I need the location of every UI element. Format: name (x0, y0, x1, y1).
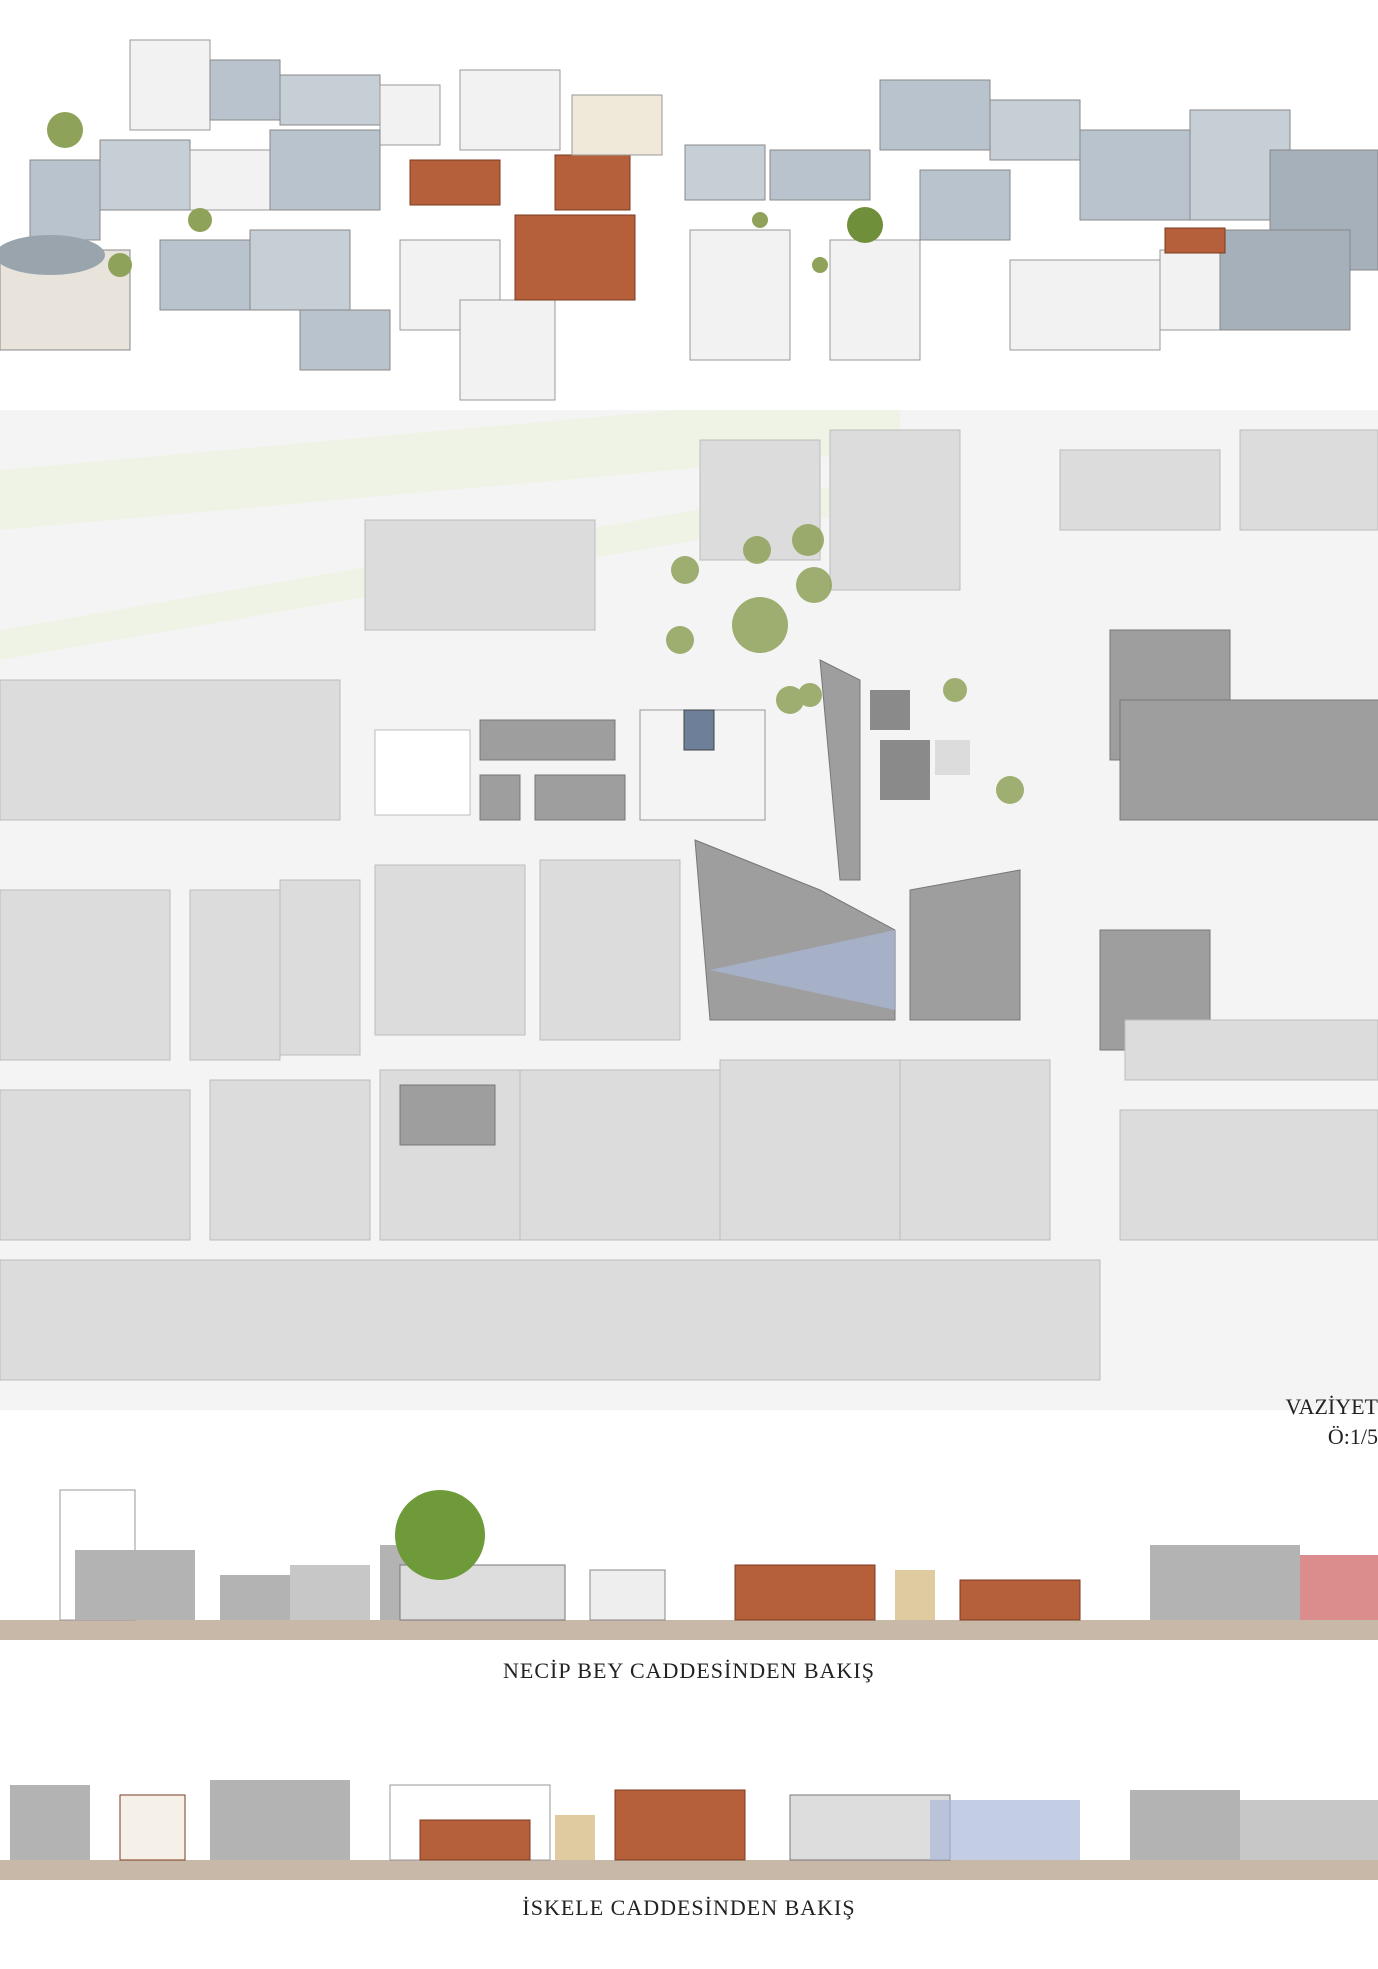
site-plan-drawing (0, 410, 1378, 1381)
mosque-plan (683, 709, 715, 751)
elevation-caption: İSKELE CADDESİNDEN BAKIŞ (522, 1895, 856, 1920)
perspective-left-blocks (0, 39, 663, 401)
perspective-right-blocks (879, 79, 1378, 351)
elevation-iskele (0, 1725, 1378, 1885)
elevation-necip-bey (0, 1465, 1378, 1670)
site-plan (0, 410, 1378, 1410)
plan-title: VAZİYET (1285, 1394, 1378, 1419)
elevation-caption: NECİP BEY CADDESİNDEN BAKIŞ (503, 1658, 875, 1683)
plan-blocks-south (0, 1059, 1378, 1381)
perspective-drawing (0, 39, 1378, 401)
elevation-necip-bey-drawing (0, 1489, 1378, 1640)
perspective-view (0, 0, 1378, 410)
plan-scale: Ö:1/5 (1327, 1424, 1378, 1449)
elevation-iskele-drawing (0, 1780, 1378, 1880)
perspective-center-blocks (684, 144, 921, 361)
ground-line (0, 1860, 1378, 1880)
plan-title-block: VAZİYET Ö:1/5 (1258, 1392, 1378, 1452)
plan-blocks-east (1059, 429, 1378, 1081)
ground-line (0, 1620, 1378, 1640)
